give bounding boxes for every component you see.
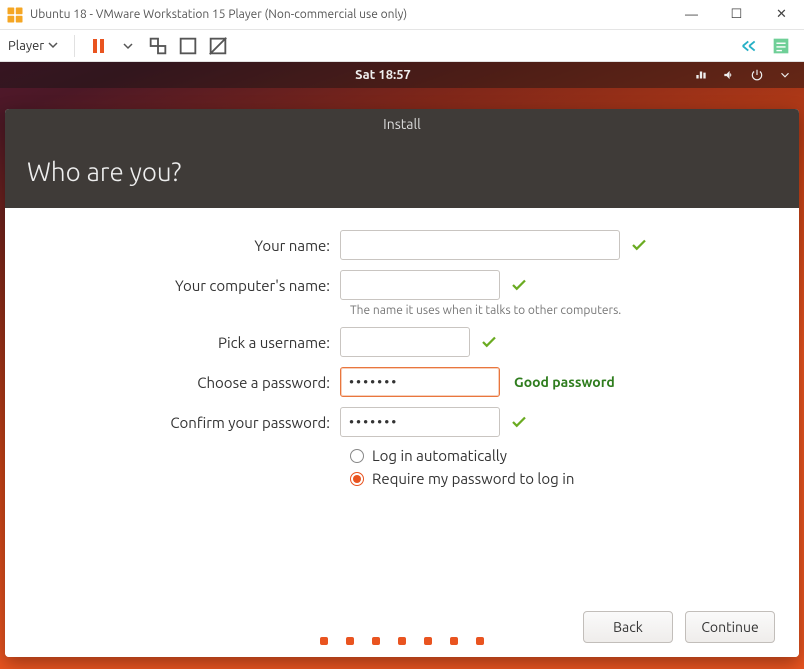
password-input[interactable] bbox=[340, 367, 500, 397]
vm-power-dropdown[interactable] bbox=[117, 35, 139, 57]
confirm-input[interactable] bbox=[340, 407, 500, 437]
computer-hint: The name it uses when it talks to other … bbox=[350, 304, 759, 317]
chevron-down-icon[interactable] bbox=[778, 68, 792, 82]
vm-unity-icon[interactable] bbox=[207, 35, 229, 57]
sound-icon[interactable] bbox=[722, 68, 736, 82]
confirm-label: Confirm your password: bbox=[45, 414, 340, 431]
window-close-button[interactable]: ✕ bbox=[759, 0, 804, 30]
window-controls: — ☐ ✕ bbox=[669, 0, 804, 30]
gnome-topbar: Sat 18:57 bbox=[0, 62, 804, 88]
check-icon bbox=[480, 333, 498, 351]
vm-cycle-icon[interactable] bbox=[740, 35, 762, 57]
installer-footer: Back Continue bbox=[5, 600, 799, 657]
clock[interactable]: Sat 18:57 bbox=[72, 68, 694, 82]
name-input[interactable] bbox=[340, 230, 620, 260]
progress-dots bbox=[0, 637, 804, 645]
radio-label: Log in automatically bbox=[372, 447, 507, 464]
vmware-toolbar: Player bbox=[0, 30, 804, 62]
installer-titlebar: Install bbox=[5, 109, 799, 139]
vm-fullscreen-icon[interactable] bbox=[177, 35, 199, 57]
installer-body: Your name: Your computer's name: The nam… bbox=[5, 208, 799, 600]
vm-notes-icon[interactable] bbox=[770, 35, 792, 57]
power-icon[interactable] bbox=[750, 68, 764, 82]
network-icon[interactable] bbox=[694, 68, 708, 82]
radio-require-password[interactable]: Require my password to log in bbox=[350, 470, 759, 487]
vmware-titlebar: Ubuntu 18 - VMware Workstation 15 Player… bbox=[0, 0, 804, 30]
ubuntu-screen: Sat 18:57 Install Who are you? Your name… bbox=[0, 62, 804, 669]
window-maximize-button[interactable]: ☐ bbox=[714, 0, 759, 30]
radio-icon bbox=[350, 449, 364, 463]
radio-label: Require my password to log in bbox=[372, 470, 574, 487]
radio-login-auto[interactable]: Log in automatically bbox=[350, 447, 759, 464]
player-menu[interactable]: Player bbox=[8, 39, 58, 53]
separator bbox=[74, 35, 75, 57]
username-label: Pick a username: bbox=[45, 334, 340, 351]
installer-heading: Who are you? bbox=[5, 139, 799, 208]
check-icon bbox=[630, 236, 648, 254]
check-icon bbox=[510, 413, 528, 431]
vmware-logo-icon bbox=[6, 6, 24, 24]
status-area[interactable] bbox=[694, 68, 792, 82]
password-label: Choose a password: bbox=[45, 374, 340, 391]
vm-send-cad-icon[interactable] bbox=[147, 35, 169, 57]
vm-pause-button[interactable] bbox=[87, 35, 109, 57]
vmware-title: Ubuntu 18 - VMware Workstation 15 Player… bbox=[30, 8, 669, 21]
name-label: Your name: bbox=[45, 237, 340, 254]
password-strength: Good password bbox=[514, 374, 615, 390]
computer-input[interactable] bbox=[340, 270, 500, 300]
installer-window: Install Who are you? Your name: Your com… bbox=[5, 109, 799, 657]
computer-label: Your computer's name: bbox=[45, 277, 340, 294]
username-input[interactable] bbox=[340, 327, 470, 357]
radio-icon bbox=[350, 472, 364, 486]
window-minimize-button[interactable]: — bbox=[669, 0, 714, 30]
check-icon bbox=[510, 276, 528, 294]
